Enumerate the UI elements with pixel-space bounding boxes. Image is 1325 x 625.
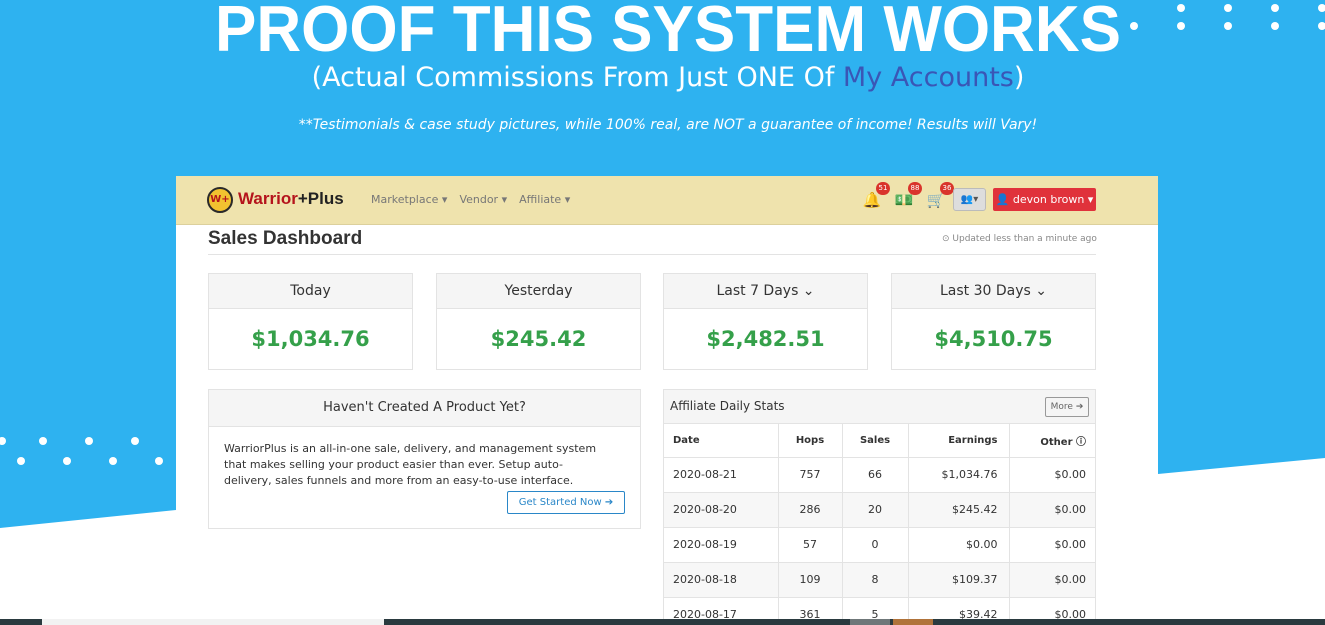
cell-date: 2020-08-20 xyxy=(664,492,779,528)
cell-sales: 20 xyxy=(842,492,909,528)
table-row: 2020-08-20 286 20 $245.42 $0.00 xyxy=(664,492,1095,528)
table-row: 2020-08-21 757 66 $1,034.76 $0.00 xyxy=(664,457,1095,493)
stat-value: $2,482.51 xyxy=(706,327,825,351)
create-product-card: Haven't Created A Product Yet? WarriorPl… xyxy=(208,389,641,529)
cell-date: 2020-08-19 xyxy=(664,527,779,563)
title-divider xyxy=(208,254,1096,255)
stats-header: Affiliate Daily Stats More ➔ xyxy=(664,390,1095,424)
table-row: 2020-08-19 57 0 $0.00 $0.00 xyxy=(664,527,1095,563)
more-button[interactable]: More ➔ xyxy=(1045,397,1089,417)
table-header-row: Date Hops Sales Earnings Other ⓘ xyxy=(664,424,1095,458)
column-header-hops[interactable]: Hops xyxy=(778,424,843,458)
money-icon[interactable]: 💵 88 xyxy=(894,182,922,211)
nav-item-vendor[interactable]: Vendor ▾ xyxy=(459,193,507,206)
hero-subtitle-text: (Actual Commissions From Just ONE Of xyxy=(311,62,843,93)
dashboard-screenshot: W+ Warrior+Plus Marketplace ▾ Vendor ▾ A… xyxy=(176,176,1158,625)
stats-title: Affiliate Daily Stats xyxy=(670,399,785,413)
nav-item-marketplace[interactable]: Marketplace ▾ xyxy=(371,193,447,206)
promo-body: WarriorPlus is an all-in-one sale, deliv… xyxy=(224,442,597,487)
cell-hops: 109 xyxy=(778,562,843,598)
brand-logo-text[interactable]: Warrior+Plus xyxy=(238,189,344,209)
stat-value: $1,034.76 xyxy=(251,327,370,351)
updated-timestamp: ⊙ Updated less than a minute ago xyxy=(942,234,1097,244)
user-menu-button[interactable]: 👤 devon brown ▾ xyxy=(993,188,1096,211)
stat-card-today: Today $1,034.76 xyxy=(208,273,413,370)
hero-disclaimer: **Testimonials & case study pictures, wh… xyxy=(298,117,1038,133)
cell-earnings: $245.42 xyxy=(908,492,1010,528)
top-navbar: W+ Warrior+Plus Marketplace ▾ Vendor ▾ A… xyxy=(176,176,1158,225)
avatar-dropdown-button[interactable]: 👥▾ xyxy=(953,188,986,211)
column-header-sales[interactable]: Sales xyxy=(842,424,909,458)
cell-earnings: $1,034.76 xyxy=(908,457,1010,493)
stat-value: $4,510.75 xyxy=(934,327,1053,351)
column-header-other[interactable]: Other ⓘ xyxy=(1009,424,1095,458)
nav-item-affiliate[interactable]: Affiliate ▾ xyxy=(519,193,570,206)
cart-icon[interactable]: 🛒 36 xyxy=(926,182,954,211)
cell-other: $0.00 xyxy=(1009,457,1095,493)
hero-subtitle-close: ) xyxy=(1013,62,1025,93)
bottom-strip-segment xyxy=(42,619,384,625)
stat-label-dropdown[interactable]: Last 7 Days ⌄ xyxy=(664,274,867,309)
get-started-button[interactable]: Get Started Now ➔ xyxy=(507,491,625,514)
cell-hops: 757 xyxy=(778,457,843,493)
warriorplus-logo-icon[interactable]: W+ xyxy=(207,187,233,213)
cart-badge: 36 xyxy=(940,182,954,195)
hero-subtitle: (Actual Commissions From Just ONE Of My … xyxy=(0,62,1325,93)
cell-earnings: $109.37 xyxy=(908,562,1010,598)
column-header-date[interactable]: Date xyxy=(664,424,779,458)
stat-label-dropdown[interactable]: Last 30 Days ⌄ xyxy=(892,274,1095,309)
nav-menu: Marketplace ▾ Vendor ▾ Affiliate ▾ xyxy=(371,193,570,206)
bottom-strip-segment xyxy=(850,619,890,625)
bottom-strip-segment xyxy=(893,619,933,625)
user-name: devon brown ▾ xyxy=(1012,193,1094,206)
brand-logo-word: Warrior xyxy=(238,189,298,208)
cell-other: $0.00 xyxy=(1009,562,1095,598)
cell-other: $0.00 xyxy=(1009,492,1095,528)
nav-icons: 🔔 51 💵 88 🛒 36 xyxy=(862,182,954,211)
cell-date: 2020-08-21 xyxy=(664,457,779,493)
affiliate-daily-stats: Affiliate Daily Stats More ➔ Date Hops S… xyxy=(663,389,1096,625)
column-header-earnings[interactable]: Earnings xyxy=(908,424,1010,458)
page-title: Sales Dashboard xyxy=(208,228,363,249)
affiliate-stats-table: Date Hops Sales Earnings Other ⓘ 2020-08… xyxy=(664,424,1095,625)
stat-value: $245.42 xyxy=(490,327,587,351)
stat-card-last-30-days: Last 30 Days ⌄ $4,510.75 xyxy=(891,273,1096,370)
cell-hops: 57 xyxy=(778,527,843,563)
cell-sales: 0 xyxy=(842,527,909,563)
table-row: 2020-08-18 109 8 $109.37 $0.00 xyxy=(664,562,1095,598)
hero-title: PROOF THIS SYSTEM WORKS xyxy=(215,0,1121,66)
hero-subtitle-accent: My Accounts xyxy=(842,62,1014,93)
cell-earnings: $0.00 xyxy=(908,527,1010,563)
promo-title: Haven't Created A Product Yet? xyxy=(209,390,640,427)
notification-badge: 51 xyxy=(876,182,890,195)
cell-date: 2020-08-18 xyxy=(664,562,779,598)
bottom-strip xyxy=(0,619,1325,625)
cell-sales: 8 xyxy=(842,562,909,598)
stat-card-yesterday: Yesterday $245.42 xyxy=(436,273,641,370)
stat-label: Today xyxy=(209,274,412,309)
money-badge: 88 xyxy=(908,182,922,195)
brand-logo-suffix: +Plus xyxy=(297,189,344,208)
stat-label: Yesterday xyxy=(437,274,640,309)
cell-sales: 66 xyxy=(842,457,909,493)
bell-icon[interactable]: 🔔 51 xyxy=(862,182,890,211)
cell-hops: 286 xyxy=(778,492,843,528)
stat-card-last-7-days: Last 7 Days ⌄ $2,482.51 xyxy=(663,273,868,370)
cell-other: $0.00 xyxy=(1009,527,1095,563)
user-icon: 👤 xyxy=(995,193,1013,206)
